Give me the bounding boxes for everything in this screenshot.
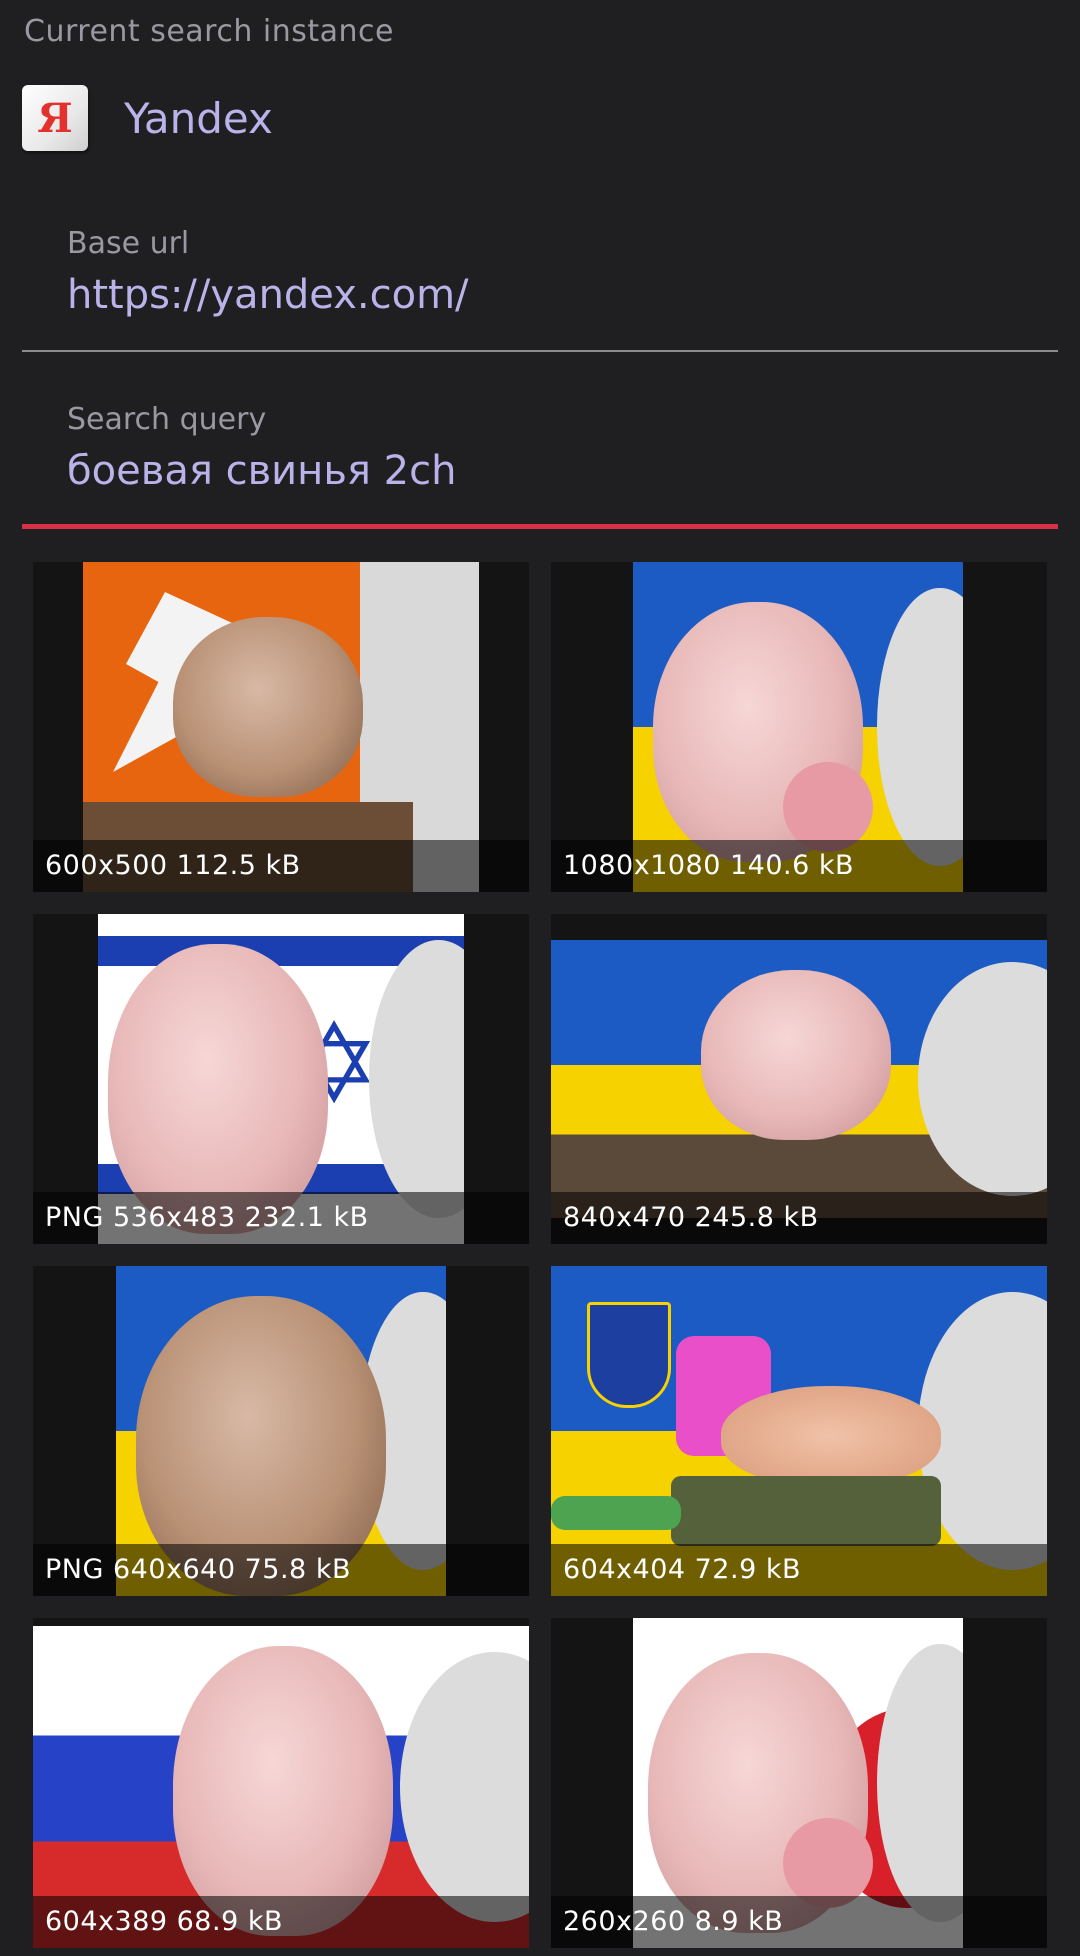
pig-image bbox=[701, 970, 891, 1140]
search-query-field[interactable]: Search query боевая свинья 2ch bbox=[22, 394, 1058, 532]
result-caption: 1080x1080 140.6 kB bbox=[551, 840, 1047, 892]
bottle-image bbox=[551, 1496, 681, 1530]
image-result[interactable]: PNG 640x640 75.8 kB bbox=[33, 1266, 529, 1596]
tank-image bbox=[671, 1476, 941, 1546]
speech-bubble bbox=[877, 588, 963, 866]
result-caption: 604x404 72.9 kB bbox=[551, 1544, 1047, 1596]
image-result[interactable]: 840x470 245.8 kB bbox=[551, 914, 1047, 1244]
image-result[interactable]: ✡ PNG 536x483 232.1 kB bbox=[33, 914, 529, 1244]
image-result[interactable]: 1080x1080 140.6 kB bbox=[551, 562, 1047, 892]
result-thumbnail bbox=[551, 940, 1047, 1218]
search-query-underline bbox=[22, 524, 1058, 529]
pig-snout bbox=[783, 762, 873, 852]
pig-image bbox=[721, 1386, 941, 1486]
speech-bubble bbox=[918, 962, 1047, 1196]
image-result[interactable]: 600x500 112.5 kB bbox=[33, 562, 529, 892]
coat-of-arms-icon bbox=[587, 1302, 671, 1408]
pig-image bbox=[173, 617, 363, 797]
base-url-label: Base url bbox=[67, 226, 190, 261]
base-url-input[interactable]: https://yandex.com/ bbox=[67, 272, 469, 318]
pig-image bbox=[108, 944, 328, 1234]
speech-bubble bbox=[400, 1651, 529, 1923]
result-caption: PNG 640x640 75.8 kB bbox=[33, 1544, 529, 1596]
pig-image bbox=[173, 1646, 393, 1936]
yandex-logo-letter: Я bbox=[37, 94, 73, 142]
search-instance-name: Yandex bbox=[124, 93, 273, 143]
search-instance-selector[interactable]: Я Yandex bbox=[22, 84, 273, 152]
result-caption: 600x500 112.5 kB bbox=[33, 840, 529, 892]
image-result[interactable]: 604x389 68.9 kB bbox=[33, 1618, 529, 1948]
image-result[interactable]: 604x404 72.9 kB bbox=[551, 1266, 1047, 1596]
image-result[interactable]: 260x260 8.9 kB bbox=[551, 1618, 1047, 1948]
pig-snout bbox=[783, 1818, 873, 1908]
result-caption: PNG 536x483 232.1 kB bbox=[33, 1192, 529, 1244]
yandex-logo-icon: Я bbox=[22, 85, 88, 151]
base-url-field[interactable]: Base url https://yandex.com/ bbox=[22, 218, 1058, 356]
section-title: Current search instance bbox=[24, 14, 394, 49]
search-query-label: Search query bbox=[67, 402, 267, 437]
base-url-underline bbox=[22, 350, 1058, 352]
search-query-input[interactable]: боевая свинья 2ch bbox=[67, 448, 456, 494]
result-caption: 260x260 8.9 kB bbox=[551, 1896, 1047, 1948]
search-settings-screen: Current search instance Я Yandex Base ur… bbox=[0, 0, 1080, 1956]
result-caption: 604x389 68.9 kB bbox=[33, 1896, 529, 1948]
result-caption: 840x470 245.8 kB bbox=[551, 1192, 1047, 1244]
